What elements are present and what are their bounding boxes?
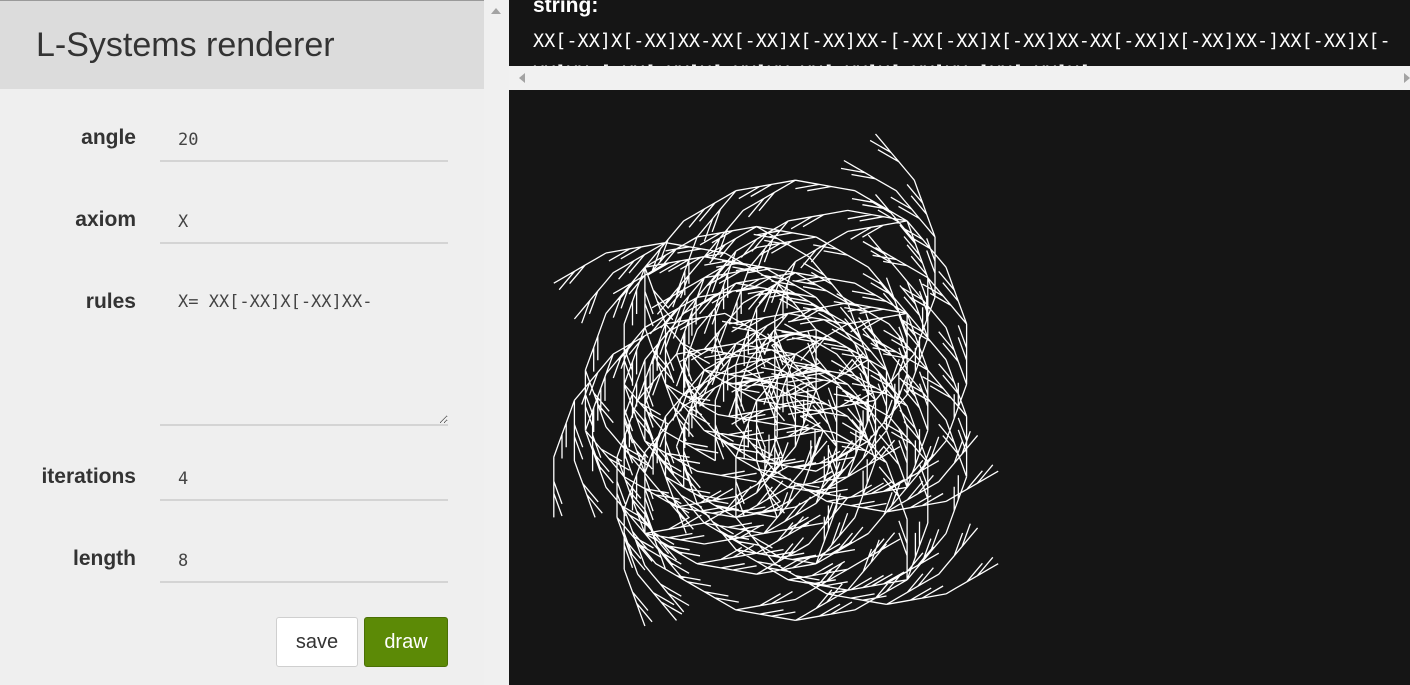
angle-label: angle: [81, 126, 136, 149]
scroll-left-arrow-icon[interactable]: [519, 73, 525, 83]
save-button[interactable]: save: [276, 617, 358, 667]
horizontal-scrollbar[interactable]: [509, 66, 1410, 90]
string-text: XX[-XX]X[-XX]XX-XX[-XX]X[-XX]XX-[-XX[-XX…: [533, 31, 1391, 66]
iterations-input[interactable]: [160, 459, 448, 501]
lsystem-drawing: [553, 133, 999, 627]
length-label: length: [73, 547, 136, 570]
angle-input[interactable]: [160, 120, 448, 162]
rules-textarea[interactable]: X= XX[-XX]X[-XX]XX-: [160, 280, 448, 426]
lsystem-path: [553, 133, 999, 627]
settings-panel: L-Systems renderer angle axiom rules X= …: [0, 0, 484, 685]
string-label: string:: [533, 0, 599, 17]
render-canvas-area: [509, 90, 1410, 685]
draw-button[interactable]: draw: [364, 617, 448, 667]
iterations-label: iterations: [41, 465, 136, 488]
vertical-scrollbar[interactable]: [484, 0, 509, 685]
string-output: string: XX[-XX]X[-XX]XX-XX[-XX]X[-XX]XX-…: [509, 0, 1410, 66]
length-input[interactable]: [160, 541, 448, 583]
axiom-input[interactable]: [160, 202, 448, 244]
scroll-right-arrow-icon[interactable]: [1404, 73, 1410, 83]
rules-label: rules: [85, 290, 136, 313]
app-title: L-Systems renderer: [36, 26, 335, 64]
panel-header: L-Systems renderer: [0, 0, 484, 89]
scroll-up-arrow-icon[interactable]: [491, 8, 501, 14]
axiom-label: axiom: [75, 208, 136, 231]
lsystem-strokes: [553, 133, 999, 627]
